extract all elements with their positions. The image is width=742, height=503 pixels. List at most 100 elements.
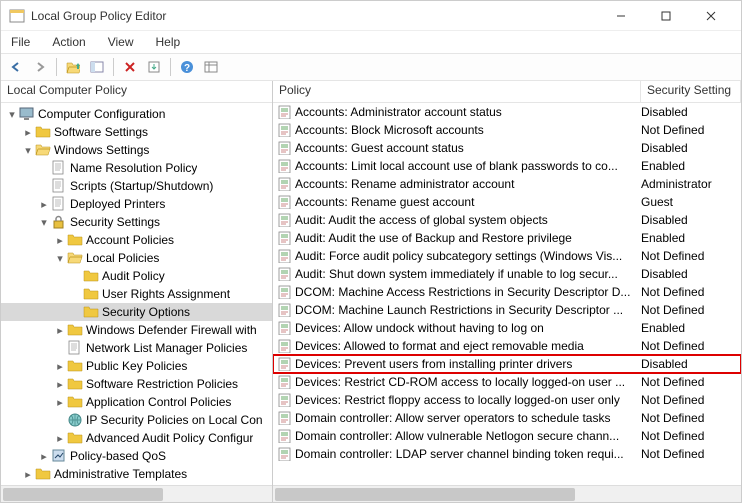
help-button[interactable]: ? bbox=[176, 56, 198, 78]
minimize-button[interactable] bbox=[598, 2, 643, 30]
close-button[interactable] bbox=[688, 2, 733, 30]
policy-setting: Administrator bbox=[641, 177, 741, 191]
policy-setting: Not Defined bbox=[641, 429, 741, 443]
menu-file[interactable]: File bbox=[7, 33, 34, 51]
expand-toggle[interactable]: ▾ bbox=[21, 144, 35, 157]
policy-name: Devices: Prevent users from installing p… bbox=[295, 357, 641, 371]
policy-list[interactable]: Accounts: Administrator account statusDi… bbox=[273, 103, 741, 485]
expand-toggle[interactable]: ▾ bbox=[37, 216, 51, 229]
tree-item-label: Name Resolution Policy bbox=[70, 161, 197, 175]
expand-toggle[interactable]: ▸ bbox=[21, 126, 35, 139]
policy-row[interactable]: Audit: Force audit policy subcategory se… bbox=[273, 247, 741, 265]
policy-name: Audit: Audit the use of Backup and Resto… bbox=[295, 231, 641, 245]
policy-row[interactable]: Accounts: Rename administrator accountAd… bbox=[273, 175, 741, 193]
expand-toggle[interactable]: ▸ bbox=[53, 324, 67, 337]
policy-row[interactable]: Devices: Allow undock without having to … bbox=[273, 319, 741, 337]
policy-name: Accounts: Rename administrator account bbox=[295, 177, 641, 191]
policy-row[interactable]: Devices: Allowed to format and eject rem… bbox=[273, 337, 741, 355]
expand-toggle[interactable]: ▸ bbox=[53, 432, 67, 445]
page-icon bbox=[51, 196, 67, 212]
policy-icon bbox=[277, 285, 291, 299]
policy-name: DCOM: Machine Launch Restrictions in Sec… bbox=[295, 303, 641, 317]
policy-row[interactable]: Audit: Audit the access of global system… bbox=[273, 211, 741, 229]
expand-toggle[interactable]: ▸ bbox=[53, 360, 67, 373]
show-hide-tree-button[interactable] bbox=[86, 56, 108, 78]
tree-item[interactable]: ▸Policy-based QoS bbox=[1, 447, 272, 465]
tree-item[interactable]: ▸Account Policies bbox=[1, 231, 272, 249]
policy-row[interactable]: Accounts: Guest account statusDisabled bbox=[273, 139, 741, 157]
tree-item[interactable]: ▸Administrative Templates bbox=[1, 465, 272, 483]
policy-name: Devices: Allowed to format and eject rem… bbox=[295, 339, 641, 353]
column-policy[interactable]: Policy bbox=[273, 81, 641, 102]
expand-toggle[interactable]: ▸ bbox=[37, 450, 51, 463]
policy-setting: Enabled bbox=[641, 321, 741, 335]
column-setting[interactable]: Security Setting bbox=[641, 81, 741, 102]
tree-item[interactable]: ▾Local Policies bbox=[1, 249, 272, 267]
tree-item[interactable]: Security Options bbox=[1, 303, 272, 321]
policy-row[interactable]: Accounts: Administrator account statusDi… bbox=[273, 103, 741, 121]
tree-hscroll[interactable] bbox=[1, 485, 272, 502]
menu-view[interactable]: View bbox=[104, 33, 138, 51]
policy-row[interactable]: DCOM: Machine Access Restrictions in Sec… bbox=[273, 283, 741, 301]
policy-name: Devices: Restrict floppy access to local… bbox=[295, 393, 641, 407]
policy-row[interactable]: Accounts: Block Microsoft accountsNot De… bbox=[273, 121, 741, 139]
tree-item[interactable]: ▸ Software Settings bbox=[1, 123, 272, 141]
tree-item[interactable]: ▸Application Control Policies bbox=[1, 393, 272, 411]
policy-row[interactable]: Accounts: Limit local account use of bla… bbox=[273, 157, 741, 175]
delete-button[interactable] bbox=[119, 56, 141, 78]
expand-toggle[interactable]: ▸ bbox=[37, 198, 51, 211]
policy-name: Accounts: Block Microsoft accounts bbox=[295, 123, 641, 137]
policy-row[interactable]: Devices: Restrict floppy access to local… bbox=[273, 391, 741, 409]
tree-item[interactable]: ▸Windows Defender Firewall with bbox=[1, 321, 272, 339]
expand-toggle[interactable]: ▸ bbox=[53, 378, 67, 391]
expand-toggle[interactable]: ▸ bbox=[21, 468, 35, 481]
tree-header[interactable]: Local Computer Policy bbox=[1, 81, 272, 103]
tree-item[interactable]: ▾Security Settings bbox=[1, 213, 272, 231]
policy-row[interactable]: DCOM: Machine Launch Restrictions in Sec… bbox=[273, 301, 741, 319]
back-button[interactable] bbox=[5, 56, 27, 78]
policy-icon bbox=[277, 321, 291, 335]
tree-item[interactable]: Scripts (Startup/Shutdown) bbox=[1, 177, 272, 195]
policy-row[interactable]: Domain controller: Allow vulnerable Netl… bbox=[273, 427, 741, 445]
policy-setting: Not Defined bbox=[641, 393, 741, 407]
policy-name: Audit: Audit the access of global system… bbox=[295, 213, 641, 227]
expand-toggle[interactable]: ▾ bbox=[5, 108, 19, 121]
policy-setting: Not Defined bbox=[641, 249, 741, 263]
expand-toggle[interactable]: ▾ bbox=[53, 252, 67, 265]
policy-name: Devices: Restrict CD-ROM access to local… bbox=[295, 375, 641, 389]
forward-button[interactable] bbox=[29, 56, 51, 78]
expand-toggle[interactable]: ▸ bbox=[53, 234, 67, 247]
expand-toggle[interactable]: ▸ bbox=[53, 396, 67, 409]
policy-row[interactable]: Audit: Audit the use of Backup and Resto… bbox=[273, 229, 741, 247]
policy-row[interactable]: Accounts: Rename guest accountGuest bbox=[273, 193, 741, 211]
list-hscroll[interactable] bbox=[273, 485, 741, 502]
export-button[interactable] bbox=[143, 56, 165, 78]
maximize-button[interactable] bbox=[643, 2, 688, 30]
policy-row[interactable]: Devices: Restrict CD-ROM access to local… bbox=[273, 373, 741, 391]
tree-item[interactable]: ▾Computer Configuration bbox=[1, 105, 272, 123]
tree-item[interactable]: Name Resolution Policy bbox=[1, 159, 272, 177]
folder-icon bbox=[83, 268, 99, 284]
tree-item[interactable]: ▾Windows Settings bbox=[1, 141, 272, 159]
policy-setting: Guest bbox=[641, 195, 741, 209]
policy-row[interactable]: Devices: Prevent users from installing p… bbox=[273, 355, 741, 373]
policy-row[interactable]: Domain controller: LDAP server channel b… bbox=[273, 445, 741, 463]
tree-item[interactable]: IP Security Policies on Local Con bbox=[1, 411, 272, 429]
tree-item[interactable]: User Rights Assignment bbox=[1, 285, 272, 303]
menu-help[interactable]: Help bbox=[152, 33, 185, 51]
tree-item[interactable]: ▸Advanced Audit Policy Configur bbox=[1, 429, 272, 447]
menu-action[interactable]: Action bbox=[48, 33, 89, 51]
view-options-button[interactable] bbox=[200, 56, 222, 78]
policy-row[interactable]: Audit: Shut down system immediately if u… bbox=[273, 265, 741, 283]
tree-item[interactable]: Network List Manager Policies bbox=[1, 339, 272, 357]
tree-item[interactable]: ▸Public Key Policies bbox=[1, 357, 272, 375]
policy-name: Accounts: Guest account status bbox=[295, 141, 641, 155]
tree[interactable]: ▾Computer Configuration ▸ Software Setting… bbox=[1, 103, 272, 485]
policy-row[interactable]: Domain controller: Allow server operator… bbox=[273, 409, 741, 427]
tree-item-label: Software Settings bbox=[54, 125, 148, 139]
tree-item[interactable]: Audit Policy bbox=[1, 267, 272, 285]
up-button[interactable] bbox=[62, 56, 84, 78]
tree-item[interactable]: ▸Software Restriction Policies bbox=[1, 375, 272, 393]
tree-item[interactable]: ▸Deployed Printers bbox=[1, 195, 272, 213]
policy-icon bbox=[277, 213, 291, 227]
